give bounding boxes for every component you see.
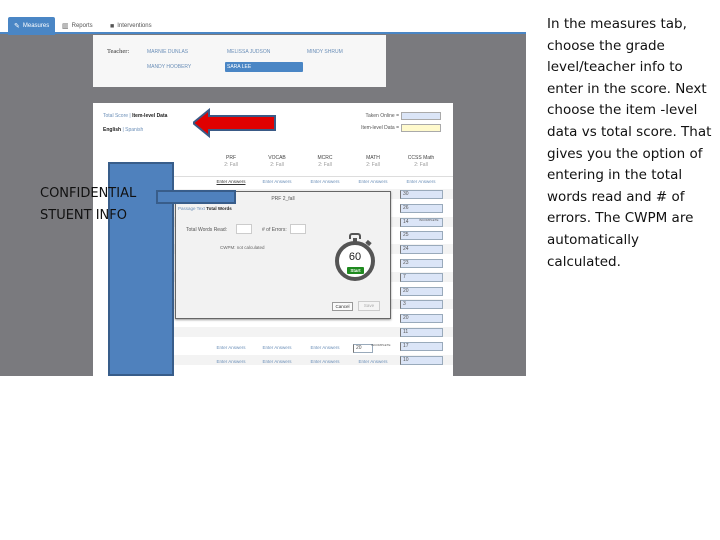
stopwatch-timer: 60 Start xyxy=(335,233,375,283)
total-score-link[interactable]: Total Score xyxy=(103,113,128,119)
score-input[interactable]: 20 xyxy=(400,314,443,324)
enter-answers-link[interactable]: Enter Answers xyxy=(303,345,347,350)
red-arrow-annotation xyxy=(193,108,276,138)
tab-measures[interactable]: ✎ Measures xyxy=(8,17,56,35)
legend-swatch-yellow xyxy=(401,124,441,132)
english-link[interactable]: English xyxy=(103,127,121,133)
teacher-option-selected[interactable]: SARA LEE xyxy=(225,62,303,72)
legend-item-level: Item-level Data = xyxy=(361,124,441,132)
cancel-button[interactable]: Cancel xyxy=(332,302,353,311)
score-input[interactable]: 24 xyxy=(400,245,443,255)
teacher-option[interactable]: MELISSA JUDSON xyxy=(225,47,272,57)
errors-label: # of Errors: xyxy=(262,227,287,233)
score-input[interactable]: 7 xyxy=(400,272,443,282)
top-nav: ✎ Measures ▥ Reports ■ Interventions xyxy=(0,14,526,35)
score-input[interactable]: 10 xyxy=(400,355,443,365)
teacher-option[interactable]: MARNIE DUNLAS xyxy=(145,47,190,57)
teacher-label: Teacher: xyxy=(107,48,130,55)
teacher-option[interactable]: MANDY HOOBERY xyxy=(145,62,193,72)
enter-answers-link[interactable]: Enter Answers xyxy=(303,179,347,184)
start-button[interactable]: Start xyxy=(347,267,364,274)
bar-chart-icon: ▥ xyxy=(62,23,69,30)
pencil-icon: ✎ xyxy=(14,23,20,30)
confidential-label: CONFIDENTIAL STUENT INFO xyxy=(40,186,137,223)
incomplete-badge: INCOMPLETE xyxy=(371,343,391,347)
instruction-caption: In the measures tab, choose the grade le… xyxy=(547,16,712,270)
tab-reports[interactable]: ▥ Reports xyxy=(56,17,99,35)
legend-taken-online: Taken Online = xyxy=(366,112,441,120)
modal-tabs: Passage Text Total Words xyxy=(178,206,232,211)
spanish-link[interactable]: Spanish xyxy=(125,127,143,133)
score-input[interactable]: 25 xyxy=(400,231,443,241)
teacher-panel: Teacher: MARNIE DUNLAS MELISSA JUDSON MI… xyxy=(93,35,386,87)
inline-score-input[interactable]: 20 xyxy=(353,344,373,353)
score-input[interactable]: 30 xyxy=(400,190,443,199)
score-mode-toggle: Total Score | Item-level Data xyxy=(103,113,168,119)
incomplete-badge: INCOMPLETE xyxy=(419,217,439,222)
enter-answers-link[interactable]: Enter Answers xyxy=(209,179,253,184)
enter-answers-link[interactable]: Enter Answers xyxy=(255,179,299,184)
passage-text-tab[interactable]: Passage Text xyxy=(178,206,205,211)
timer-value: 60 xyxy=(348,251,362,263)
enter-answers-link[interactable]: Enter Answers xyxy=(399,179,443,184)
score-input[interactable]: 20 xyxy=(400,286,443,296)
language-toggle: English | Spanish xyxy=(103,127,144,133)
score-input[interactable]: 3 xyxy=(400,300,443,310)
total-words-label: Total Words Read: xyxy=(186,227,228,233)
teacher-option[interactable]: MINDY SHRUM xyxy=(305,47,345,57)
errors-input[interactable] xyxy=(290,224,306,234)
total-words-input[interactable] xyxy=(236,224,252,234)
enter-answers-link[interactable]: Enter Answers xyxy=(209,359,253,364)
score-input[interactable]: 26 xyxy=(400,203,443,213)
save-button[interactable]: Save xyxy=(358,301,380,311)
column-header: CCSS Math 2: Fall xyxy=(407,155,435,168)
score-input[interactable]: 17 xyxy=(400,341,443,351)
divider xyxy=(173,176,453,177)
enter-answers-link[interactable]: Enter Answers xyxy=(303,359,347,364)
enter-answers-link[interactable]: Enter Answers xyxy=(255,359,299,364)
score-input[interactable]: 23 xyxy=(400,259,443,268)
arrow-shape xyxy=(193,108,276,138)
enter-answers-link[interactable]: Enter Answers xyxy=(351,359,395,364)
column-header: PRF 2: Fall xyxy=(224,155,238,168)
total-words-tab[interactable]: Total Words xyxy=(206,206,232,211)
column-header: VOCAB 2: Fall xyxy=(268,155,286,168)
enter-answers-link[interactable]: Enter Answers xyxy=(209,345,253,350)
redaction-box xyxy=(156,190,236,204)
legend-swatch-blue xyxy=(401,112,441,120)
cwpm-readout: CWPM: not calculated xyxy=(220,245,265,250)
enter-answers-link[interactable]: Enter Answers xyxy=(255,345,299,350)
score-input[interactable]: 11 xyxy=(400,328,443,337)
column-header: MATH 2: Fall xyxy=(366,155,380,168)
book-icon: ■ xyxy=(110,22,115,30)
item-level-data-link[interactable]: Item-level Data xyxy=(132,113,167,119)
tab-interventions[interactable]: ■ Interventions xyxy=(104,17,158,35)
column-header: MCRC 2: Fall xyxy=(317,155,333,168)
enter-answers-link[interactable]: Enter Answers xyxy=(351,179,395,184)
